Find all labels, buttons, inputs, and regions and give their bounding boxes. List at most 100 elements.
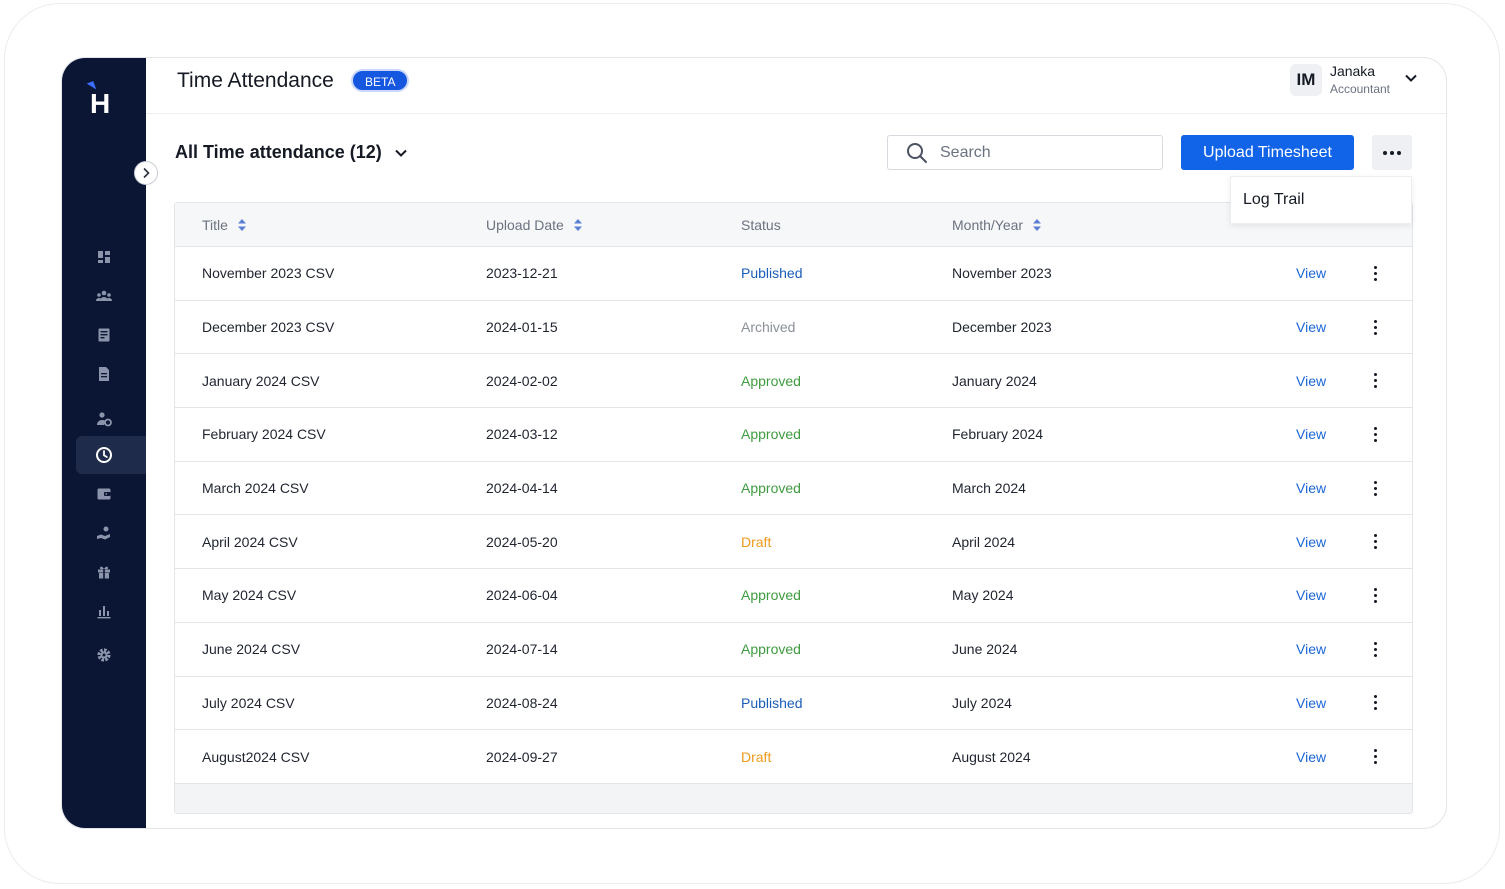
- view-link[interactable]: View: [1296, 569, 1326, 622]
- row-menu-icon[interactable]: [1365, 730, 1385, 783]
- status-badge: Published: [741, 694, 803, 711]
- reports-icon: [98, 328, 110, 342]
- table-row[interactable]: April 2024 CSV 2024-05-20 Draft April 20…: [175, 515, 1412, 570]
- view-link[interactable]: View: [1296, 354, 1326, 407]
- cell-upload-date: 2024-02-02: [486, 372, 558, 389]
- attendance-table: Title Upload Date Status Month/Year Nove…: [174, 202, 1413, 814]
- status-badge: Published: [741, 265, 803, 282]
- table-row[interactable]: July 2024 CSV 2024-08-24 Published July …: [175, 677, 1412, 731]
- row-menu-icon[interactable]: [1365, 515, 1385, 568]
- view-link[interactable]: View: [1296, 515, 1326, 568]
- table-row[interactable]: February 2024 CSV 2024-03-12 Approved Fe…: [175, 408, 1412, 462]
- row-menu-icon[interactable]: [1365, 301, 1385, 354]
- cell-month-year: June 2024: [952, 641, 1018, 658]
- table-row[interactable]: November 2023 CSV 2023-12-21 Published N…: [175, 247, 1412, 301]
- more-options-menu: Log Trail: [1230, 176, 1412, 224]
- sort-icon[interactable]: [237, 218, 247, 232]
- row-menu-icon[interactable]: [1365, 408, 1385, 461]
- document-icon: [99, 367, 109, 381]
- sidebar-item-payroll[interactable]: [76, 475, 146, 513]
- sidebar-toggle-button[interactable]: [134, 161, 158, 185]
- user-name: Janaka: [1329, 63, 1376, 79]
- upload-timesheet-button[interactable]: Upload Timesheet: [1181, 135, 1354, 170]
- clock-icon: [96, 447, 112, 463]
- sidebar-item-reports[interactable]: [76, 316, 146, 354]
- logo-letter: H: [90, 88, 111, 119]
- sidebar-item-analytics[interactable]: [76, 592, 146, 630]
- sidebar-item-settings[interactable]: [76, 636, 146, 674]
- column-header-month-year[interactable]: Month/Year: [952, 203, 1042, 247]
- table-row[interactable]: August2024 CSV 2024-09-27 Draft August 2…: [175, 730, 1412, 784]
- table-row[interactable]: June 2024 CSV 2024-07-14 Approved June 2…: [175, 623, 1412, 677]
- cell-month-year: March 2024: [952, 480, 1026, 497]
- cell-upload-date: 2024-03-12: [486, 426, 558, 443]
- status-badge: Draft: [741, 533, 772, 550]
- sidebar-item-employees[interactable]: [76, 277, 146, 315]
- table-row[interactable]: December 2023 CSV 2024-01-15 Archived De…: [175, 301, 1412, 355]
- column-header-title[interactable]: Title: [202, 203, 247, 247]
- table-row[interactable]: May 2024 CSV 2024-06-04 Approved May 202…: [175, 569, 1412, 623]
- column-header-upload-date[interactable]: Upload Date: [486, 203, 583, 247]
- cell-month-year: April 2024: [952, 533, 1016, 550]
- more-options-button[interactable]: [1372, 135, 1412, 170]
- list-filter-dropdown[interactable]: All Time attendance (12): [175, 142, 408, 163]
- sidebar-item-people-settings[interactable]: [76, 400, 146, 438]
- cell-upload-date: 2024-06-04: [486, 587, 558, 604]
- more-dot: [1397, 150, 1401, 155]
- view-link[interactable]: View: [1296, 730, 1326, 783]
- wallet-icon: [97, 488, 111, 500]
- cell-month-year: December 2023: [952, 319, 1052, 336]
- user-menu[interactable]: IM Janaka Accountant: [1289, 62, 1418, 98]
- row-menu-icon[interactable]: [1365, 462, 1385, 515]
- status-badge: Draft: [741, 748, 772, 765]
- row-menu-icon[interactable]: [1365, 623, 1385, 676]
- view-link[interactable]: View: [1296, 677, 1326, 730]
- status-badge: Approved: [741, 480, 801, 497]
- app-logo[interactable]: H: [86, 81, 118, 119]
- status-badge: Archived: [741, 319, 796, 336]
- sidebar-item-documents[interactable]: [76, 355, 146, 393]
- cell-upload-date: 2024-09-27: [486, 748, 558, 765]
- sort-icon[interactable]: [1032, 218, 1042, 232]
- view-link[interactable]: View: [1296, 408, 1326, 461]
- table-body: November 2023 CSV 2023-12-21 Published N…: [175, 247, 1412, 784]
- cell-month-year: May 2024: [952, 587, 1014, 604]
- search-box[interactable]: [887, 135, 1163, 170]
- cell-title: May 2024 CSV: [202, 587, 297, 604]
- top-bar: Time Attendance BETA IM Janaka Accountan…: [146, 58, 1446, 114]
- column-header-status: Status: [741, 203, 781, 247]
- page-title: Time Attendance: [177, 69, 334, 92]
- cell-title: February 2024 CSV: [202, 426, 326, 443]
- row-menu-icon[interactable]: [1365, 247, 1385, 300]
- gift-icon: [98, 566, 110, 579]
- row-menu-icon[interactable]: [1365, 569, 1385, 622]
- sidebar-item-rewards[interactable]: [76, 553, 146, 591]
- sidebar-item-benefits[interactable]: [76, 514, 146, 552]
- dashboard-icon: [98, 251, 110, 263]
- cell-title: November 2023 CSV: [202, 265, 335, 282]
- row-menu-icon[interactable]: [1365, 677, 1385, 730]
- user-role: Accountant: [1329, 82, 1390, 96]
- status-badge: Approved: [741, 641, 801, 658]
- table-row[interactable]: March 2024 CSV 2024-04-14 Approved March…: [175, 462, 1412, 516]
- search-input[interactable]: [940, 143, 1140, 162]
- view-link[interactable]: View: [1296, 462, 1326, 515]
- column-label: Title: [202, 217, 228, 233]
- search-icon: [907, 142, 927, 163]
- sidebar-item-time-attendance[interactable]: [76, 436, 146, 474]
- list-title: All Time attendance (12): [175, 142, 382, 162]
- cell-title: April 2024 CSV: [202, 533, 298, 550]
- chevron-down-icon: [395, 149, 407, 157]
- view-link[interactable]: View: [1296, 301, 1326, 354]
- chevron-down-icon[interactable]: [1404, 73, 1418, 83]
- settings-icon: [97, 648, 111, 662]
- avatar[interactable]: IM: [1289, 64, 1322, 96]
- view-link[interactable]: View: [1296, 247, 1326, 300]
- sidebar-item-dashboard[interactable]: [76, 238, 146, 276]
- cell-title: March 2024 CSV: [202, 480, 309, 497]
- table-row[interactable]: January 2024 CSV 2024-02-02 Approved Jan…: [175, 354, 1412, 409]
- view-link[interactable]: View: [1296, 623, 1326, 676]
- sort-icon[interactable]: [573, 218, 583, 232]
- menu-item-log-trail[interactable]: Log Trail: [1243, 191, 1304, 209]
- row-menu-icon[interactable]: [1365, 354, 1385, 407]
